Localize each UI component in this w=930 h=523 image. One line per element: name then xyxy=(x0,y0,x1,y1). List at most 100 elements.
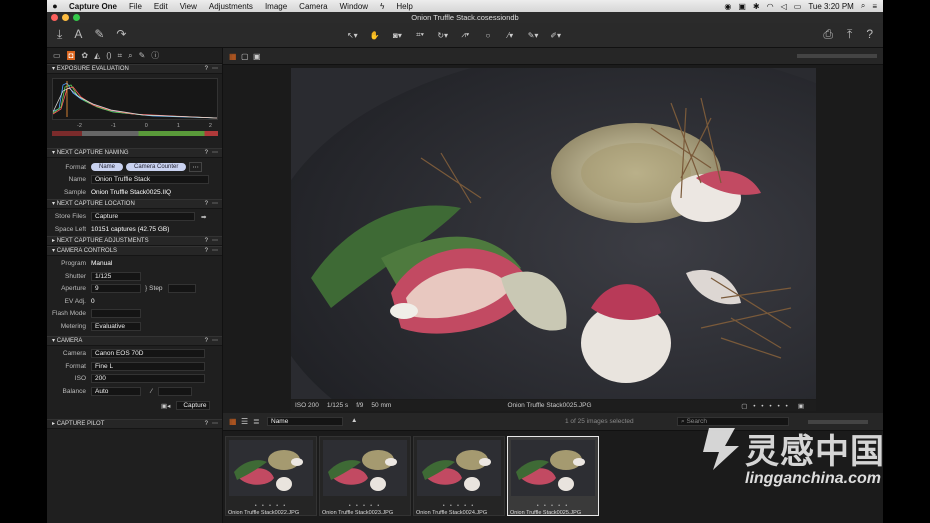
shutter-stepper[interactable]: 1/125 xyxy=(91,271,141,281)
single-view-icon[interactable]: ▢ xyxy=(241,52,249,61)
status-app-icon[interactable]: ▣ xyxy=(738,2,746,11)
print-icon[interactable]: ⎙ xyxy=(823,27,833,42)
section-capture-pilot[interactable]: ▸ CAPTURE PILOT? ⋯ xyxy=(47,419,222,429)
thumbnail[interactable]: • • • • • Onion Truffle Stack0022.JPG xyxy=(225,436,317,516)
local-adjust-tab-icon[interactable]: ✎ xyxy=(139,51,146,60)
kelvin-field[interactable] xyxy=(158,386,193,396)
notifications-icon[interactable]: ≡ xyxy=(872,2,877,11)
menu-help[interactable]: Help xyxy=(390,2,418,11)
mask-brush-icon[interactable]: ✎▾ xyxy=(524,31,543,40)
pan-tool-icon[interactable]: ✋ xyxy=(366,31,385,40)
photo-image xyxy=(291,68,816,399)
composition-tab-icon[interactable]: ⌗ xyxy=(118,51,123,61)
capture-button[interactable]: Capture xyxy=(176,401,211,411)
annotate-tool-icon[interactable]: ✐▾ xyxy=(546,31,565,40)
token-name[interactable]: Name xyxy=(91,163,124,172)
section-next-capture-location[interactable]: ▾ NEXT CAPTURE LOCATION? ⋯ xyxy=(47,198,222,209)
thumbnail-rating[interactable]: • • • • • xyxy=(508,503,598,509)
section-next-capture-adjustments[interactable]: ▸ NEXT CAPTURE ADJUSTMENTS? ⋯ xyxy=(47,235,222,246)
flash-mode-select[interactable] xyxy=(91,309,141,319)
live-view-icon[interactable]: ▣◂ xyxy=(161,402,170,410)
window-title: Onion Truffle Stack.cosessiondb xyxy=(411,13,519,22)
store-arrow-icon[interactable]: ➡ xyxy=(201,213,206,221)
exposure-tab-icon[interactable]: ◭ xyxy=(94,51,100,60)
apple-menu-icon[interactable]: ● xyxy=(47,1,63,11)
sort-direction-icon[interactable]: ▲ xyxy=(351,417,357,424)
step-select[interactable] xyxy=(167,284,196,294)
grid-view-icon[interactable]: ▦ xyxy=(229,417,237,426)
camera-select[interactable]: Canon EOS 70D xyxy=(91,349,205,359)
camera-format-select[interactable]: Fine L xyxy=(91,361,205,371)
menu-camera[interactable]: Camera xyxy=(293,2,333,11)
thumbnail[interactable]: • • • • • Onion Truffle Stack0024.JPG xyxy=(413,436,505,516)
wifi-icon[interactable]: ◠ xyxy=(767,2,774,11)
bolt-icon[interactable]: ϟ xyxy=(374,2,390,11)
zoom-slider[interactable] xyxy=(797,54,877,58)
volume-icon[interactable]: ◁ xyxy=(781,2,787,11)
rating-dots[interactable]: ▢ • • • • • xyxy=(741,402,790,410)
details-tab-icon[interactable]: ⌕ xyxy=(128,51,132,61)
format-more-button[interactable]: ⋯ xyxy=(189,162,202,173)
menu-image[interactable]: Image xyxy=(259,2,293,11)
help-icon[interactable]: ? xyxy=(866,27,873,42)
filmstrip-view-icon[interactable]: ≣ xyxy=(253,417,260,426)
bluetooth-icon[interactable]: ✱ xyxy=(753,2,760,11)
status-record-icon[interactable]: ◉ xyxy=(724,2,731,11)
spot-tool-icon[interactable]: ○ xyxy=(479,31,498,40)
thumbnail-rating[interactable]: • • • • • xyxy=(226,503,316,509)
keystone-tool-icon[interactable]: ⩘▾ xyxy=(456,30,475,40)
section-camera-controls[interactable]: ▾ CAMERA CONTROLS? ⋯ xyxy=(47,245,222,256)
search-icon[interactable]: ⌕ xyxy=(861,1,865,11)
menu-file[interactable]: File xyxy=(123,2,148,11)
export-icon[interactable]: ⤒ xyxy=(847,27,852,42)
menu-view[interactable]: View xyxy=(174,2,203,11)
library-tab-icon[interactable]: ▭ xyxy=(53,51,61,60)
clock[interactable]: Tue 3:20 PM xyxy=(808,2,854,11)
store-files-select[interactable]: Capture xyxy=(91,212,195,222)
thumbnail-rating[interactable]: • • • • • xyxy=(414,503,504,509)
lens-tab-icon[interactable]: () xyxy=(106,51,111,60)
section-exposure-evaluation[interactable]: ▾ EXPOSURE EVALUATION? ⋯ xyxy=(47,64,222,74)
section-camera[interactable]: ▾ CAMERA? ⋯ xyxy=(47,335,222,346)
thumbnail[interactable]: • • • • • Onion Truffle Stack0023.JPG xyxy=(319,436,411,516)
text-tool-icon[interactable]: A xyxy=(74,27,82,42)
proof-view-icon[interactable]: ▣ xyxy=(253,52,261,61)
token-camera-counter[interactable]: Camera Counter xyxy=(126,163,187,172)
iso-select[interactable]: 200 xyxy=(91,374,205,384)
capture-tab-icon[interactable]: ◘ xyxy=(66,51,76,60)
multi-view-icon[interactable]: ▦ xyxy=(229,52,237,61)
eyedropper-icon[interactable]: ⁄ xyxy=(151,388,152,395)
thumbnail-selected[interactable]: • • • • • Onion Truffle Stack0025.JPG xyxy=(507,436,599,516)
color-tab-icon[interactable]: ✿ xyxy=(81,51,88,60)
metering-select[interactable]: Evaluative xyxy=(91,321,141,331)
thumbnail-rating[interactable]: • • • • • xyxy=(320,503,410,509)
sort-select[interactable]: Name xyxy=(267,417,343,426)
main-photo[interactable] xyxy=(291,68,816,399)
aperture-stepper[interactable]: 9 xyxy=(91,284,141,294)
selection-status: 1 of 25 images selected xyxy=(565,418,634,425)
loupe-tool-icon[interactable]: ◙▾ xyxy=(388,31,407,40)
menu-edit[interactable]: Edit xyxy=(148,2,174,11)
menu-window[interactable]: Window xyxy=(334,2,374,11)
name-input[interactable]: Onion Truffle Stack xyxy=(91,175,209,185)
metadata-tab-icon[interactable]: ⓘ xyxy=(151,50,159,61)
select-tool-icon[interactable]: ↖▾ xyxy=(343,31,362,40)
balance-select[interactable]: Auto xyxy=(91,386,141,396)
close-window-button[interactable] xyxy=(51,14,58,21)
picker-tool-icon[interactable]: ⁄▾ xyxy=(501,31,520,40)
list-view-icon[interactable]: ☰ xyxy=(241,417,248,426)
rotate-tool-icon[interactable]: ↻▾ xyxy=(433,31,452,40)
import-icon[interactable]: ⤓ xyxy=(57,27,62,42)
search-input[interactable]: ⌕ Search xyxy=(677,417,789,426)
menu-adjustments[interactable]: Adjustments xyxy=(203,2,259,11)
section-next-capture-naming[interactable]: ▾ NEXT CAPTURE NAMING? ⋯ xyxy=(47,148,222,158)
crop-tool-icon[interactable]: ⌗▾ xyxy=(411,30,430,40)
minimize-window-button[interactable] xyxy=(62,14,69,21)
color-tag-icon[interactable]: ▣ xyxy=(798,402,804,410)
thumb-size-slider[interactable] xyxy=(808,420,868,424)
menu-app[interactable]: Capture One xyxy=(63,2,123,11)
brush-icon[interactable]: ✎ xyxy=(94,27,104,42)
zoom-window-button[interactable] xyxy=(73,14,80,21)
battery-icon[interactable]: ▭ xyxy=(794,2,802,11)
redo-icon[interactable]: ↷ xyxy=(116,27,126,42)
